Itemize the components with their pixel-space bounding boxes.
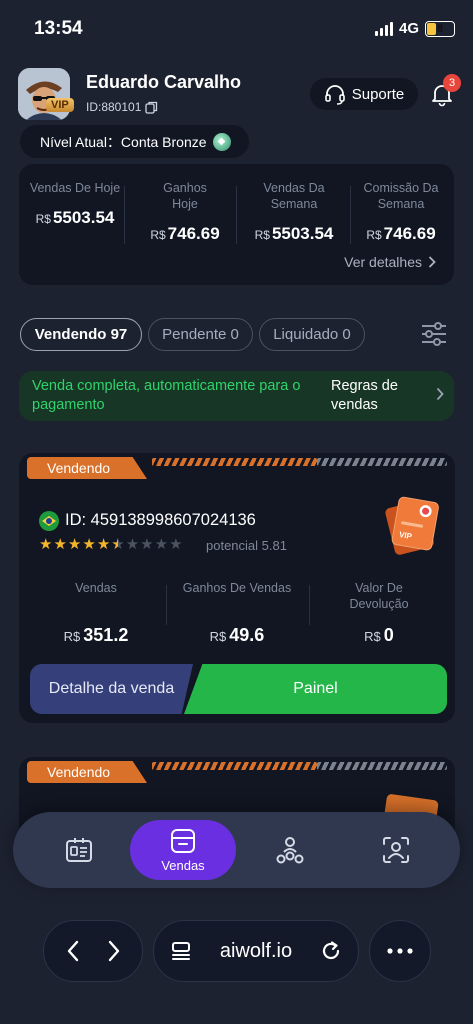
order-id: ID: 459138998607024136 [65,511,256,529]
stat-value: 746.69 [167,224,220,243]
metric-vendas: Vendas R$ 351.2 [26,580,166,645]
metric-devolucao: Valor De Devolução R$ 0 [309,580,449,645]
currency: R$ [209,629,227,644]
metric-value: 0 [383,625,394,645]
more-icon [387,948,413,954]
chevron-right-icon [436,387,444,401]
bottom-nav: Vendas [13,812,460,888]
tab-vendendo[interactable]: Vendendo 97 [20,318,142,351]
view-details-label: Ver detalhes [344,254,422,270]
more-button[interactable] [369,920,431,982]
stat-vendas-hoje: Vendas De Hoje R$ 5503.54 [21,180,129,228]
sales-rules-link[interactable]: Regras de vendas [331,377,421,415]
metric-ganhos: Ganhos De Vendas R$ 49.6 [167,580,307,645]
order-status-tag: Vendendo [27,761,147,783]
stat-value: 5503.54 [271,224,334,243]
metric-value: 49.6 [229,625,265,645]
metric-label: Vendas [75,581,117,595]
stat-comissao-semana: Comissão Da Semana R$ 746.69 [347,180,455,244]
stat-vendas-semana: Vendas Da Semana R$ 5503.54 [240,180,348,244]
order-status-tag: Vendendo [27,457,147,479]
sale-detail-button[interactable]: Detalhe da venda [30,664,193,714]
tabs-icon[interactable] [170,940,192,962]
order-card: Vendendo ID: 459138998607024136 ★ ★ ★ ★ ★ ★ ★ ★… [19,453,455,723]
battery-icon: 8 [425,20,455,37]
copy-icon[interactable] [145,101,158,114]
nav-dashboard[interactable] [53,824,105,876]
level-pill: Nível Atual：Conta Bronze ◆ [20,125,249,158]
notification-badge: 3 [443,74,461,92]
nav-team[interactable] [264,824,316,876]
status-indicators: 4G 8 [374,20,455,37]
url-text: aiwolf.io [219,939,293,962]
stat-label: Vendas Da Semana [263,181,325,211]
stat-label: Ganhos Hoje [163,181,207,211]
tab-pendente[interactable]: Pendente 0 [148,318,253,351]
stat-value: 746.69 [383,224,436,243]
avatar[interactable] [18,68,70,120]
back-icon[interactable] [65,939,81,963]
panel-button[interactable]: Painel [184,664,447,714]
wallet-icon [171,829,195,853]
address-bar[interactable]: aiwolf.io [153,920,359,982]
forward-icon[interactable] [106,939,122,963]
browser-nav-buttons [43,920,143,982]
network-type: 4G [398,20,419,37]
level-label: Nível Atual：Conta Bronze [40,133,207,150]
nav-vendas-label: Vendas [161,858,205,873]
metric-label: Valor De Devolução [349,581,409,611]
signal-icon [374,21,393,36]
filter-icon[interactable] [420,320,448,348]
nav-profile[interactable] [370,824,422,876]
rating-stars: ★ ★ ★ ★ ★ ★ ★ ★ ★ ★ [39,536,183,553]
id-card-icon [66,838,92,862]
progress-stripe-remaining [317,458,447,466]
headset-icon [324,85,345,105]
currency: R$ [35,212,51,226]
view-details-link[interactable]: Ver detalhes [344,254,436,270]
user-id-row: ID:880101 [86,100,158,114]
potential-label: potencial 5.81 [206,538,287,553]
battery-level: 8 [436,22,444,35]
progress-stripe [152,458,317,466]
status-time: 13:54 [34,18,83,39]
chevron-right-icon [428,256,436,268]
support-button[interactable]: Suporte [310,78,418,110]
payment-banner[interactable]: Venda completa, automaticamente para o p… [19,371,454,421]
stat-ganhos-hoje: Ganhos Hoje R$ 746.69 [131,180,239,244]
stat-label: Comissão Da Semana [363,181,439,211]
currency: R$ [254,228,270,242]
tab-liquidado[interactable]: Liquidado 0 [259,318,365,351]
gem-icon: ◆ [212,132,231,151]
nav-vendas[interactable]: Vendas [130,820,236,880]
stats-card: Vendas De Hoje R$ 5503.54 Ganhos Hoje R$ 7… [19,164,454,285]
vip-cards-icon: VIP [381,493,443,557]
currency: R$ [364,629,381,644]
progress-stripe-remaining [317,762,447,770]
progress-stripe [152,762,317,770]
support-label: Suporte [351,85,405,103]
face-scan-icon [383,837,409,863]
currency: R$ [150,228,166,242]
user-name: Eduardo Carvalho [86,72,242,92]
vip-badge: VIP [46,98,74,112]
currency: R$ [366,228,382,242]
team-icon [276,837,304,864]
banner-text: Venda completa, automaticamente para o p… [32,378,301,413]
metric-label: Ganhos De Vendas [182,581,292,595]
stat-value: 5503.54 [52,208,115,227]
user-id: ID:880101 [86,100,142,114]
stat-label: Vendas De Hoje [29,181,121,195]
currency: R$ [63,629,81,644]
brazil-flag-icon [39,511,59,531]
metric-value: 351.2 [83,625,129,645]
reload-icon[interactable] [320,940,342,962]
